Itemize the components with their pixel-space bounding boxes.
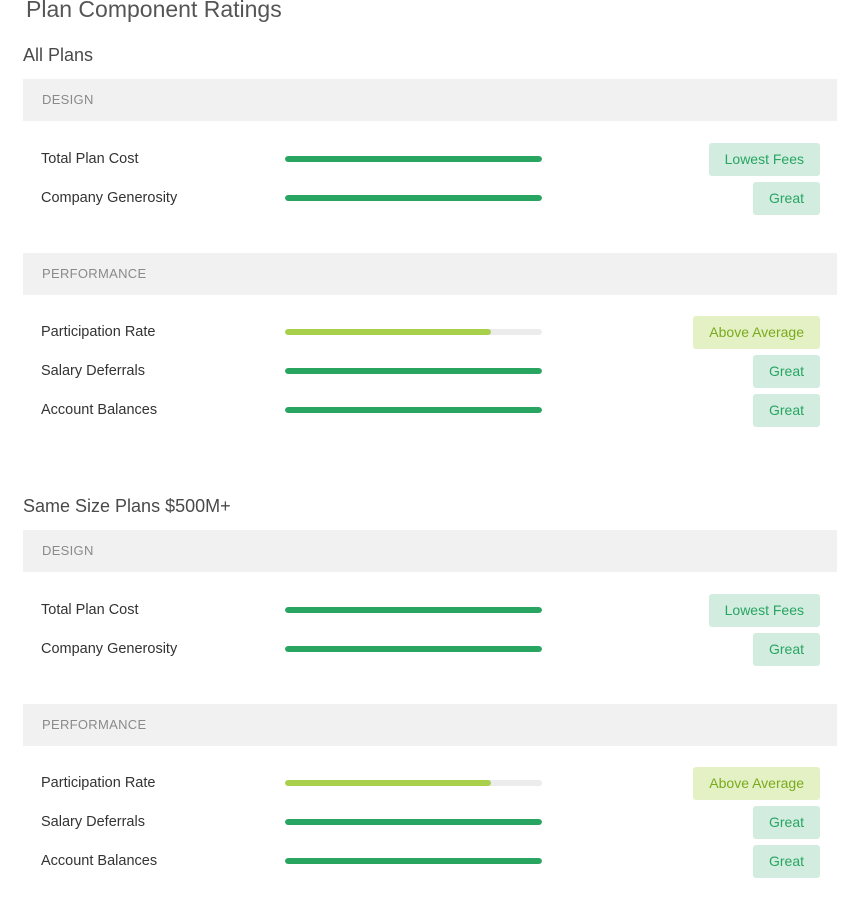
rating-bar-fill [285,858,542,864]
rating-bar-track [285,819,542,825]
rating-bar-track [285,195,542,201]
rating-bar-fill [285,195,542,201]
row-label: Participation Rate [41,324,156,340]
rating-badge: Above Average [693,316,820,349]
rating-badge: Lowest Fees [708,143,820,176]
rating-bar-fill [285,819,542,825]
rating-bar-fill [285,368,542,374]
rating-bar-track [285,780,542,786]
rating-row: Company Generosity Great [0,632,850,666]
rating-badge: Above Average [693,767,820,800]
rating-badge: Great [752,182,820,215]
section-title: All Plans [23,45,94,65]
row-label: Company Generosity [41,641,178,657]
row-label: Salary Deferrals [41,363,145,379]
rating-row: Total Plan Cost Lowest Fees [0,593,850,627]
rating-row: Salary Deferrals Great [0,354,850,388]
ratings-section: Same Size Plans $500M+ DESIGN Total Plan… [0,496,850,916]
row-label: Account Balances [41,402,158,418]
rating-badge: Great [752,394,820,427]
rating-row: Total Plan Cost Lowest Fees [0,142,850,176]
rating-bar-track [285,646,542,652]
row-label: Account Balances [41,853,158,869]
row-label: Total Plan Cost [41,602,139,618]
rating-bar-track [285,368,542,374]
row-label: Company Generosity [41,190,178,206]
group-header: DESIGN [23,530,837,572]
rating-bar-fill [285,607,542,613]
rating-badge: Great [752,355,820,388]
rating-row: Participation Rate Above Average [0,766,850,800]
rating-bar-track [285,858,542,864]
rating-bar-fill [285,156,542,162]
group-header: DESIGN [23,79,837,121]
rating-bar-track [285,407,542,413]
rating-row: Salary Deferrals Great [0,805,850,839]
rating-bar-track [285,329,542,335]
section-title: Same Size Plans $500M+ [23,496,231,516]
row-label: Salary Deferrals [41,814,145,830]
rating-badge: Great [752,806,820,839]
rating-badge: Lowest Fees [708,594,820,627]
group-header: PERFORMANCE [23,253,837,295]
group-header: PERFORMANCE [23,704,837,746]
row-label: Participation Rate [41,775,156,791]
rating-bar-fill [285,329,491,335]
rating-row: Account Balances Great [0,844,850,878]
row-label: Total Plan Cost [41,151,139,167]
rating-row: Account Balances Great [0,393,850,427]
rating-bar-track [285,156,542,162]
rating-bar-fill [285,407,542,413]
rating-badge: Great [752,633,820,666]
rating-bar-fill [285,780,491,786]
ratings-section: All Plans DESIGN Total Plan Cost Lowest … [0,45,850,465]
rating-row: Participation Rate Above Average [0,315,850,349]
rating-row: Company Generosity Great [0,181,850,215]
rating-badge: Great [752,845,820,878]
rating-bar-track [285,607,542,613]
page-title: Plan Component Ratings [26,0,282,22]
rating-bar-fill [285,646,542,652]
